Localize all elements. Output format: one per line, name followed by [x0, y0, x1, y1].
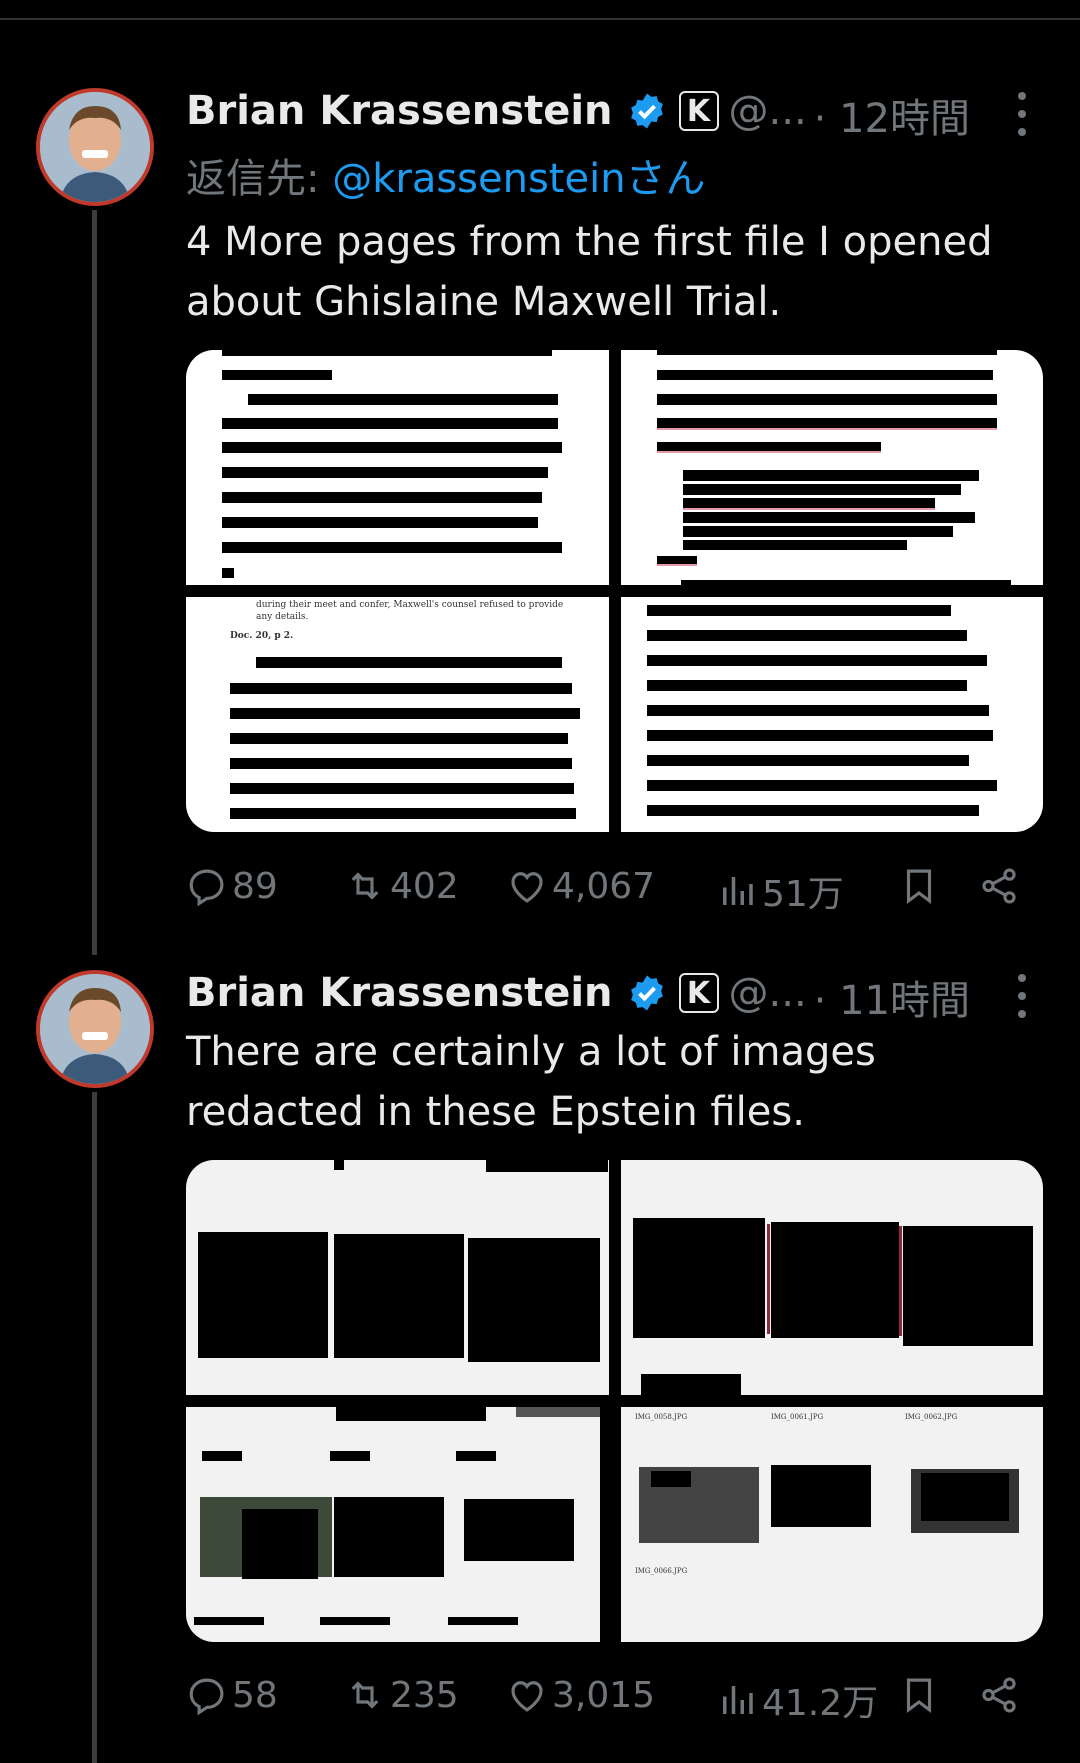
like-count: 3,015 [552, 1674, 656, 1716]
media-image-1[interactable] [186, 1160, 609, 1395]
display-name[interactable]: Brian Krassenstein [186, 88, 613, 134]
reply-button[interactable]: 58 [186, 1674, 278, 1716]
verified-icon [630, 93, 663, 129]
views-count: 51万 [762, 874, 844, 915]
share-button[interactable] [978, 1674, 1024, 1716]
like-button[interactable]: 4,067 [506, 865, 655, 907]
bookmark-icon [906, 1678, 932, 1714]
views-button[interactable]: 51万 [716, 865, 844, 917]
thread-line [92, 1092, 97, 1763]
caption-line: during their meet and confer, Maxwell's … [256, 600, 564, 610]
views-icon [723, 877, 753, 905]
media-image-4[interactable] [621, 597, 1043, 832]
tweet-text: There are certainly a lot of images reda… [186, 1029, 876, 1135]
more-icon[interactable] [1012, 92, 1032, 136]
tweet-text: 4 More pages from the first file I opene… [186, 219, 993, 325]
handle[interactable]: @... [729, 970, 807, 1016]
media-image-3[interactable] [186, 1407, 609, 1642]
reply-context: 返信先: @krassensteinさん [186, 156, 706, 202]
media-image-2[interactable] [621, 1160, 1043, 1395]
reply-icon [189, 869, 224, 907]
bookmark-button[interactable] [898, 1674, 944, 1716]
media-image-4[interactable]: IMG_0058.JPG IMG_0061.JPG IMG_0062.JPG I… [621, 1407, 1043, 1642]
reply-icon [189, 1678, 224, 1716]
media-image-2[interactable] [621, 350, 1043, 585]
bookmark-icon [906, 869, 932, 905]
share-button[interactable] [978, 865, 1024, 907]
tweet-header: Brian Krassenstein K @... [186, 86, 807, 136]
retweet-button[interactable]: 235 [344, 1674, 459, 1716]
caption-line: any details. [256, 612, 309, 622]
file-label: IMG_0061.JPG [771, 1413, 824, 1421]
reply-count: 89 [232, 865, 278, 907]
avatar[interactable] [36, 88, 154, 206]
affiliate-badge: K [678, 973, 719, 1013]
media-image-1[interactable] [186, 350, 609, 585]
action-bar: 58 235 3,015 41.2万 [186, 1674, 1026, 1724]
retweet-count: 402 [390, 865, 459, 907]
views-icon [723, 1686, 753, 1714]
retweet-count: 235 [390, 1674, 459, 1716]
timestamp[interactable]: · 11時間 [814, 968, 970, 1026]
share-icon [982, 868, 1016, 904]
reply-count: 58 [232, 1674, 278, 1716]
handle[interactable]: @... [729, 88, 807, 134]
bookmark-button[interactable] [898, 865, 944, 907]
retweet-button[interactable]: 402 [344, 865, 459, 907]
file-label: IMG_0062.JPG [905, 1413, 958, 1421]
media-grid[interactable]: IMG_0058.JPG IMG_0061.JPG IMG_0062.JPG I… [186, 1160, 1043, 1642]
views-button[interactable]: 41.2万 [716, 1674, 878, 1726]
caption-line: Doc. 20, p 2. [230, 631, 294, 641]
like-icon [511, 872, 543, 903]
retweet-icon [351, 872, 379, 900]
timestamp[interactable]: · 12時間 [814, 86, 970, 144]
views-count: 41.2万 [762, 1683, 879, 1724]
file-label: IMG_0058.JPG [635, 1413, 688, 1421]
action-bar: 89 402 4,067 51万 [186, 865, 1026, 915]
reply-mention-link[interactable]: @krassensteinさん [332, 156, 705, 202]
avatar[interactable] [36, 970, 154, 1088]
verified-icon [630, 975, 663, 1011]
display-name[interactable]: Brian Krassenstein [186, 970, 613, 1016]
like-icon [511, 1681, 543, 1712]
more-icon[interactable] [1012, 974, 1032, 1018]
thread-line [92, 210, 97, 955]
retweet-icon [351, 1681, 379, 1709]
file-label: IMG_0066.JPG [635, 1567, 688, 1575]
media-grid[interactable]: during their meet and confer, Maxwell's … [186, 350, 1043, 832]
affiliate-badge: K [678, 91, 719, 131]
like-button[interactable]: 3,015 [506, 1674, 655, 1716]
reply-button[interactable]: 89 [186, 865, 278, 907]
share-icon [982, 1677, 1016, 1713]
tweet-header: Brian Krassenstein K @... [186, 968, 807, 1018]
top-divider [0, 18, 1080, 20]
like-count: 4,067 [552, 865, 656, 907]
media-image-3[interactable]: during their meet and confer, Maxwell's … [186, 597, 609, 832]
